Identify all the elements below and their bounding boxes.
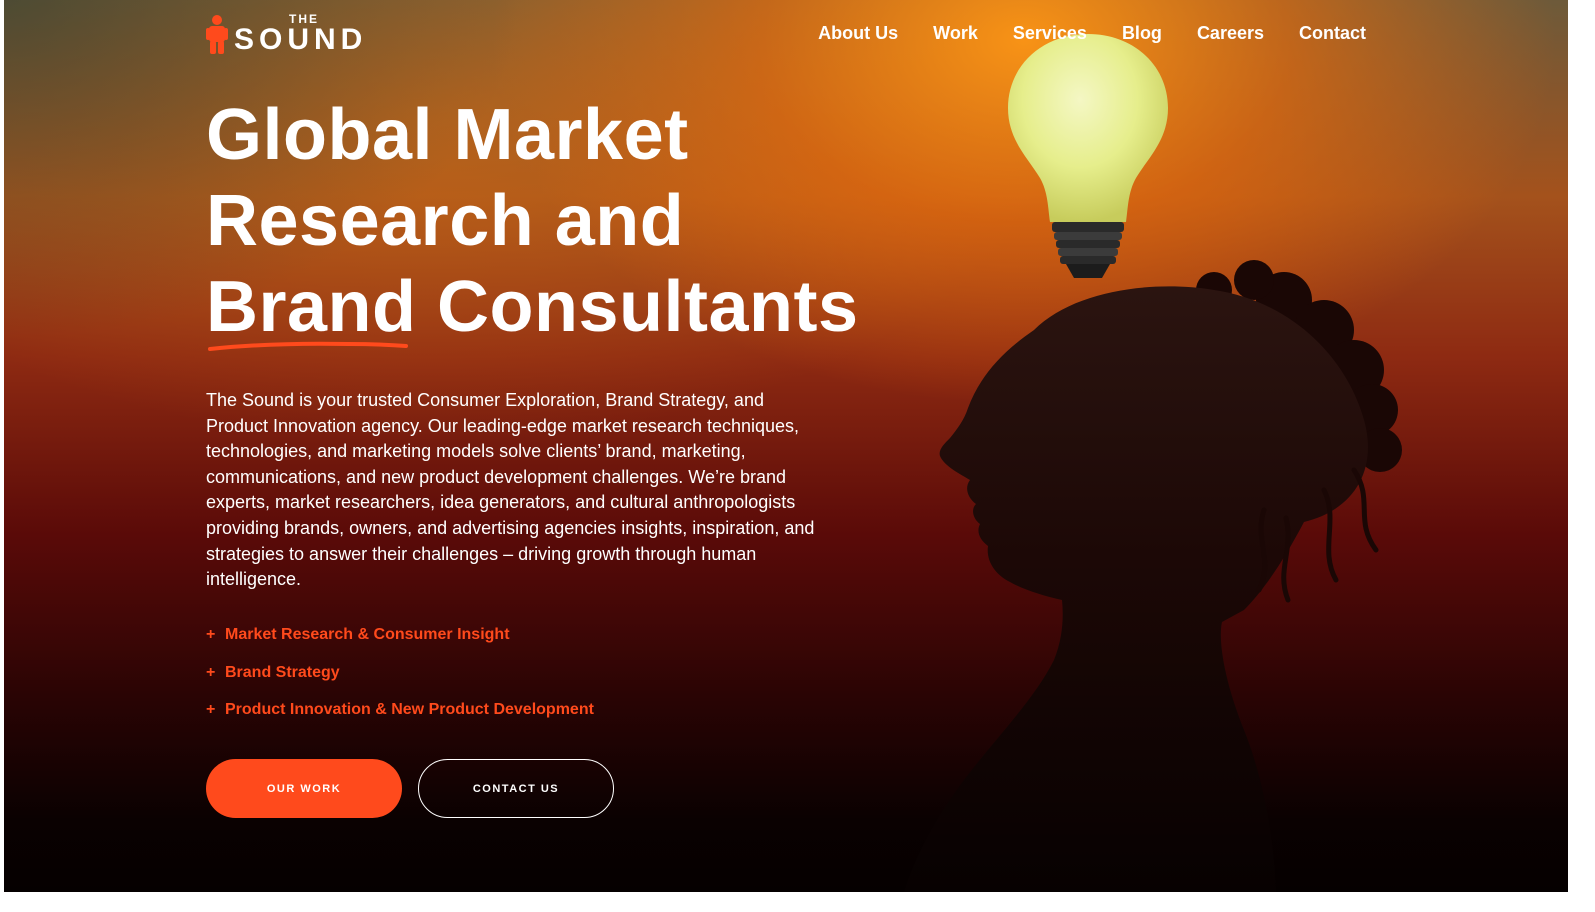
plus-icon: + (206, 701, 216, 718)
nav-about-us[interactable]: About Us (818, 22, 898, 44)
hero-title-line-1: Global Market (206, 95, 689, 175)
nav-contact[interactable]: Contact (1299, 22, 1366, 44)
contact-us-button[interactable]: CONTACT US (418, 759, 614, 818)
service-link-brand-strategy[interactable]: + Brand Strategy (206, 662, 594, 684)
service-link-product-innovation[interactable]: + Product Innovation & New Product Devel… (206, 699, 594, 721)
service-label: Market Research & Consumer Insight (225, 626, 510, 643)
plus-icon: + (206, 663, 216, 681)
figure-logo-icon (206, 15, 228, 54)
service-link-market-research[interactable]: + Market Research & Consumer Insight (206, 624, 594, 646)
site-logo[interactable]: THE SOUND (206, 12, 376, 56)
woman-silhouette-illustration (904, 260, 1402, 892)
hero-description: The Sound is your trusted Consumer Explo… (206, 390, 815, 590)
brush-underline-decoration (208, 341, 408, 351)
service-label: Product Innovation & New Product Develop… (225, 701, 594, 718)
service-label: Brand Strategy (225, 663, 340, 681)
hero-title-line-2: Research and (206, 181, 685, 261)
our-work-button[interactable]: OUR WORK (206, 759, 402, 818)
hero-title-line-3: Brand Consultants (206, 267, 859, 347)
nav-work[interactable]: Work (933, 22, 978, 44)
nav-services[interactable]: Services (1013, 22, 1087, 44)
nav-careers[interactable]: Careers (1197, 22, 1264, 44)
services-list: + Market Research & Consumer Insight + B… (206, 624, 594, 737)
hero-section: THE SOUND About Us Work Services Blog Ca… (4, 0, 1568, 892)
main-nav: About Us Work Services Blog Careers Cont… (818, 22, 1366, 44)
lightbulb-illustration (1008, 34, 1168, 278)
plus-icon: + (206, 626, 216, 643)
nav-blog[interactable]: Blog (1122, 22, 1162, 44)
logo-text-sound: SOUND (234, 23, 368, 56)
hero-title: Global Market Research and Brand Consult… (206, 92, 859, 350)
